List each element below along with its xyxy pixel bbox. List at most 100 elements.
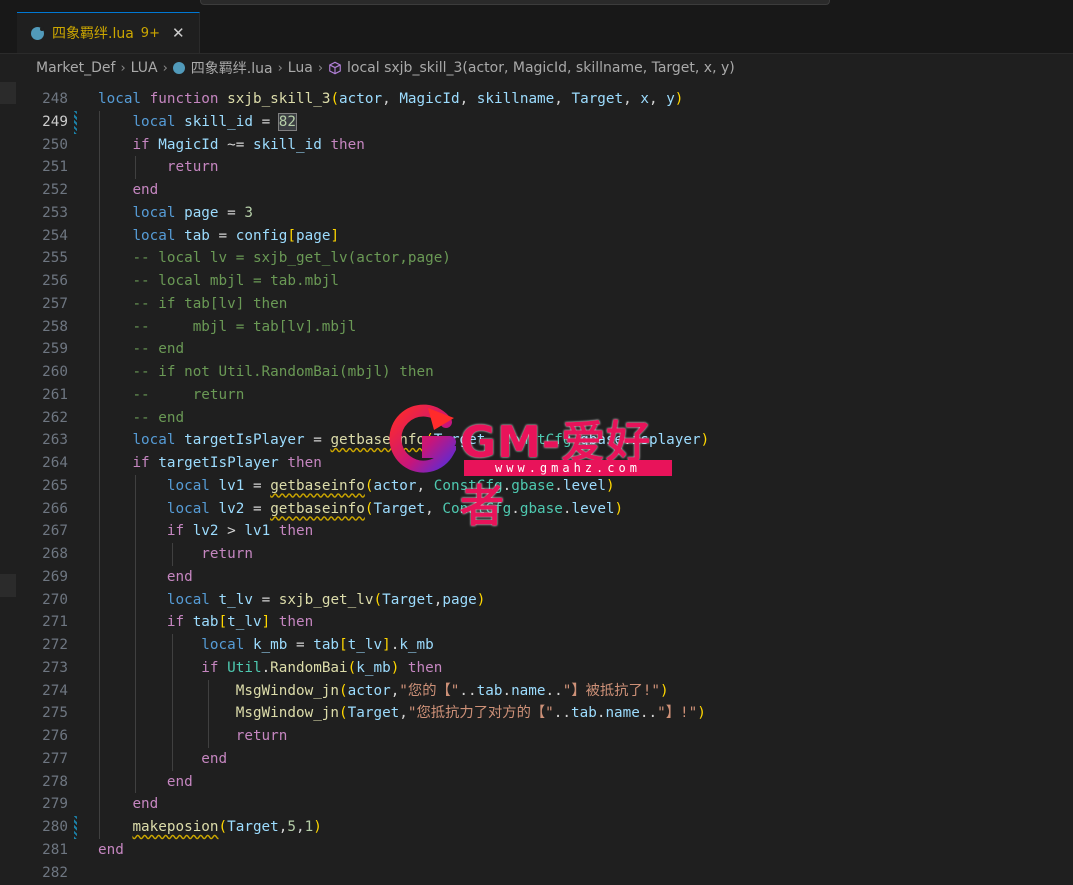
code-line[interactable]: 268 return [0, 543, 1073, 566]
line-number: 261 [42, 386, 68, 403]
code-text: return [235, 728, 288, 744]
line-number: 278 [42, 773, 68, 790]
code-line[interactable]: 274 MsgWindow_jn(actor,"您的【"..tab.name..… [0, 680, 1073, 703]
line-number: 281 [42, 841, 68, 858]
problems-badge: 9+ [140, 25, 160, 41]
code-line[interactable]: 252 end [0, 179, 1073, 202]
code-line[interactable]: 270 local t_lv = sxjb_get_lv(Target,page… [0, 589, 1073, 612]
code-text: end [166, 773, 193, 790]
line-number: 274 [42, 682, 68, 699]
code-text: makeposion(Target,5,1) [132, 819, 322, 835]
code-line[interactable]: 265 local lv1 = getbaseinfo(actor, Const… [0, 475, 1073, 498]
line-number: 266 [42, 500, 68, 517]
code-text: -- mbjl = tab[lv].mbjl [132, 318, 357, 335]
code-line[interactable]: 279 end [0, 793, 1073, 816]
code-line[interactable]: 261 -- return [0, 384, 1073, 407]
line-number: 254 [42, 227, 68, 244]
code-line[interactable]: 254 local tab = config[page] [0, 225, 1073, 248]
chevron-right-icon: › [120, 60, 126, 76]
code-line[interactable]: 253 local page = 3 [0, 202, 1073, 225]
code-text: return [201, 546, 253, 562]
code-line[interactable]: 259 -- end [0, 338, 1073, 361]
line-number: 248 [42, 91, 68, 107]
code-text: local tab = config[page] [132, 227, 340, 244]
chevron-right-icon: › [317, 60, 324, 76]
lua-file-icon [31, 26, 44, 40]
line-number: 267 [42, 523, 68, 540]
chevron-right-icon: › [162, 60, 168, 76]
code-text: MsgWindow_jn(actor,"您的【"..tab.name.."】被抵… [235, 682, 669, 699]
line-number: 257 [42, 295, 68, 312]
code-text: return [166, 159, 219, 176]
lua-file-icon [172, 62, 185, 74]
line-number: 268 [42, 546, 68, 562]
code-line[interactable]: 251 return [0, 156, 1073, 179]
line-number: 276 [42, 728, 68, 744]
code-line[interactable]: 281 end [0, 839, 1073, 862]
line-number: 251 [42, 159, 68, 176]
line-number: 265 [42, 477, 68, 494]
code-line[interactable]: 273 if Util.RandomBai(k_mb) then [0, 657, 1073, 680]
breadcrumb-item-market-def[interactable]: Market_Def [36, 60, 115, 76]
code-text: -- local mbjl = tab.mbjl [132, 273, 340, 289]
code-text: end [132, 796, 159, 813]
line-number: 259 [42, 341, 68, 358]
code-line[interactable]: 249 local skill_id = 82 [0, 110, 1073, 134]
code-line[interactable]: 264 if targetIsPlayer then [0, 452, 1073, 475]
code-line[interactable]: 280 makeposion(Target,5,1) [0, 816, 1073, 839]
breadcrumb-item-language[interactable]: Lua [288, 60, 313, 76]
code-line[interactable]: 258 -- mbjl = tab[lv].mbjl [0, 316, 1073, 339]
code-line[interactable]: 266 local lv2 = getbaseinfo(Target, Cons… [0, 498, 1073, 521]
code-line[interactable]: 256 -- local mbjl = tab.mbjl [0, 270, 1073, 293]
code-text: if targetIsPlayer then [132, 455, 322, 471]
code-text: if MagicId ~= skill_id then [132, 136, 365, 153]
code-line[interactable]: 269 end [0, 566, 1073, 589]
symbol-function-icon [329, 61, 341, 75]
code-text: -- if not Util.RandomBai(mbjl) then [132, 364, 434, 380]
code-line[interactable]: 257 -- if tab[lv] then [0, 293, 1073, 316]
close-icon[interactable]: ✕ [172, 24, 185, 42]
code-text: local page = 3 [132, 204, 253, 221]
line-number: 252 [42, 182, 68, 198]
code-line[interactable]: 282 [0, 862, 1073, 885]
code-line[interactable]: 275 MsgWindow_jn(Target,"您抵抗力了对方的【"..tab… [0, 702, 1073, 725]
breadcrumb: Market_Def › LUA › 四象羁绊.lua › Lua › loca… [0, 54, 1073, 82]
code-text: local skill_id = 82 [132, 112, 298, 131]
command-center[interactable] [200, 0, 830, 5]
line-number: 262 [42, 409, 68, 426]
breadcrumb-item-lua-folder[interactable]: LUA [131, 60, 158, 76]
line-number: 255 [42, 250, 68, 267]
line-number: 280 [42, 819, 68, 835]
tab-bar: 四象羁绊.lua 9+ ✕ [0, 12, 1073, 54]
code-line[interactable]: 248 local function sxjb_skill_3(actor, Ma… [0, 88, 1073, 111]
code-line[interactable]: 278 end [0, 771, 1073, 794]
code-text: -- end [132, 409, 185, 426]
code-text: local t_lv = sxjb_get_lv(Target,page) [166, 591, 486, 608]
code-text: -- end [132, 341, 185, 358]
code-text: -- if tab[lv] then [132, 295, 288, 312]
chevron-right-icon: › [277, 60, 283, 76]
code-editor[interactable]: 248 local function sxjb_skill_3(actor, Ma… [0, 88, 1073, 883]
code-line[interactable]: 276 return [0, 725, 1073, 748]
breadcrumb-item-symbol[interactable]: local sxjb_skill_3(actor, MagicId, skill… [347, 60, 735, 76]
line-number: 250 [42, 136, 68, 153]
code-text: end [132, 182, 159, 198]
code-line[interactable]: 263 local targetIsPlayer = getbaseinfo(T… [0, 429, 1073, 452]
tab-label: 四象羁绊.lua [52, 26, 134, 42]
code-text: end [166, 568, 193, 585]
code-line[interactable]: 267 if lv2 > lv1 then [0, 520, 1073, 543]
line-number: 279 [42, 796, 68, 813]
breadcrumb-item-file[interactable]: 四象羁绊.lua [191, 58, 273, 78]
code-line[interactable]: 255 -- local lv = sxjb_get_lv(actor,page… [0, 247, 1073, 270]
tab-sxjb-lua[interactable]: 四象羁绊.lua 9+ ✕ [17, 12, 200, 53]
code-line[interactable]: 250 if MagicId ~= skill_id then [0, 134, 1073, 157]
code-line[interactable]: 262 -- end [0, 407, 1073, 430]
code-line[interactable]: 272 local k_mb = tab[t_lv].k_mb [0, 634, 1073, 657]
code-text: if tab[t_lv] then [166, 614, 314, 631]
line-number: 282 [42, 864, 68, 881]
line-number: 260 [42, 364, 68, 380]
code-line[interactable]: 271 if tab[t_lv] then [0, 611, 1073, 634]
code-line[interactable]: 277 end [0, 748, 1073, 771]
code-line[interactable]: 260 -- if not Util.RandomBai(mbjl) then [0, 361, 1073, 384]
line-number: 256 [42, 273, 68, 289]
